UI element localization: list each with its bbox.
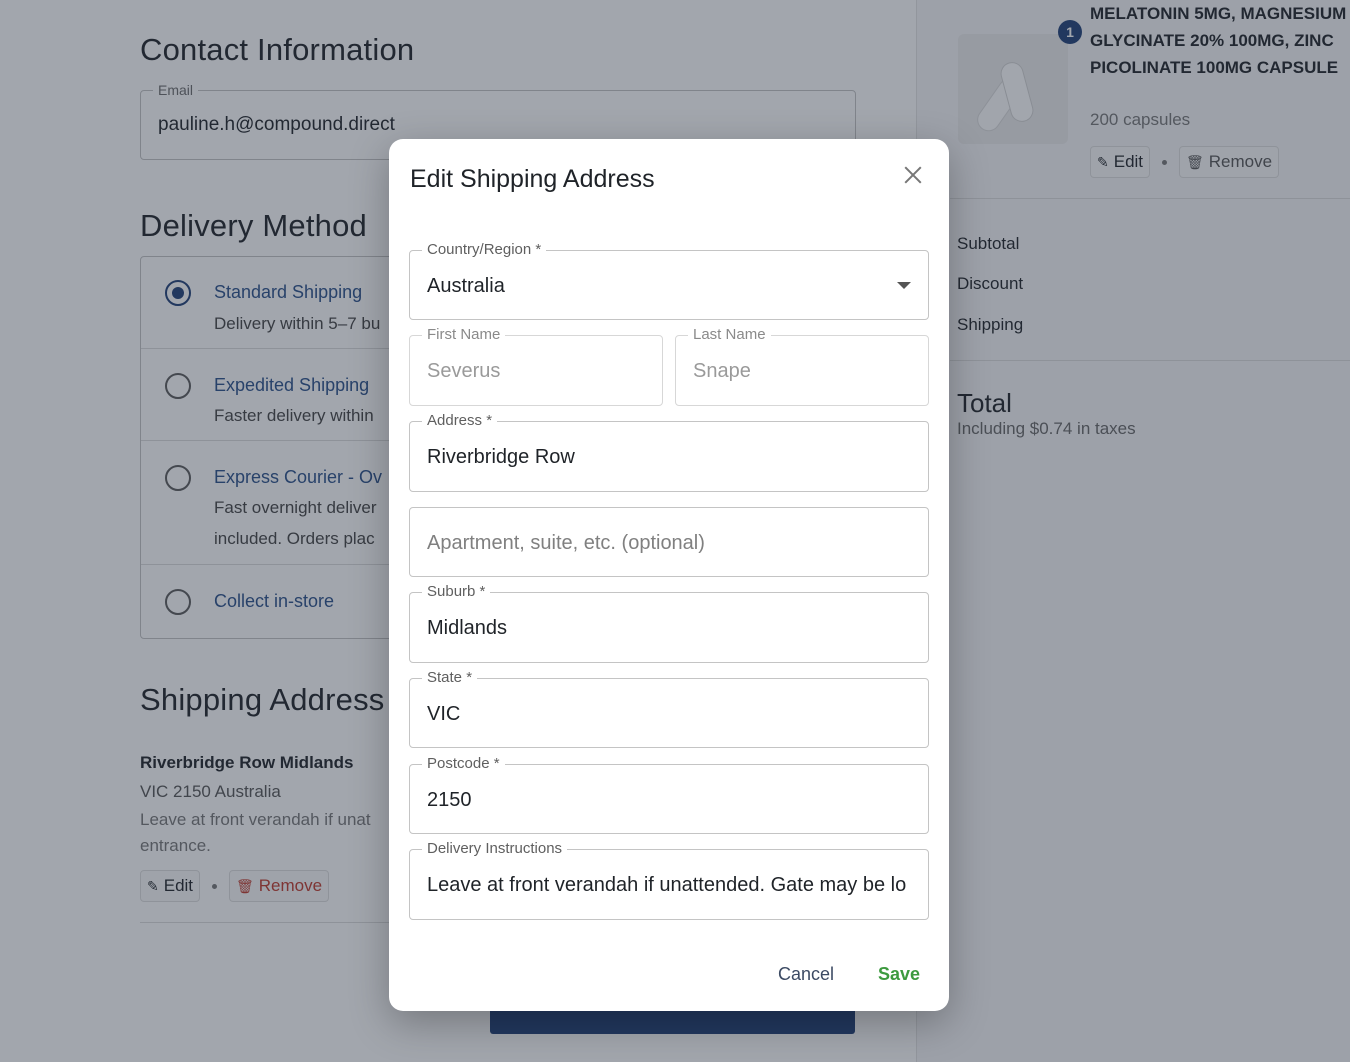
delivery-instructions-field[interactable]: Delivery Instructions Leave at front ver… — [409, 841, 929, 920]
last-name-value: Snape — [693, 360, 751, 382]
close-icon[interactable] — [899, 161, 927, 189]
state-label: State * — [422, 670, 478, 686]
apartment-field[interactable]: Apartment, suite, etc. (optional) — [409, 507, 929, 577]
edit-shipping-address-dialog: Edit Shipping Address Country/Region * A… — [389, 139, 949, 1011]
cancel-button[interactable]: Cancel — [778, 964, 834, 985]
state-value: VIC — [427, 703, 461, 725]
first-name-label: First Name — [422, 327, 506, 343]
suburb-label: Suburb * — [422, 584, 491, 600]
address-label: Address * — [422, 413, 498, 429]
first-name-value: Severus — [427, 360, 501, 382]
state-field[interactable]: State * VIC — [409, 670, 929, 748]
postcode-label: Postcode * — [422, 756, 505, 772]
dialog-title: Edit Shipping Address — [410, 165, 655, 193]
instructions-label: Delivery Instructions — [422, 841, 568, 857]
last-name-label: Last Name — [688, 327, 771, 343]
address-value: Riverbridge Row — [427, 446, 575, 468]
postcode-value: 2150 — [427, 789, 472, 811]
country-value: Australia — [427, 275, 505, 297]
dropdown-caret-icon — [897, 282, 911, 289]
address-field[interactable]: Address * Riverbridge Row — [409, 413, 929, 492]
postcode-field[interactable]: Postcode * 2150 — [409, 756, 929, 834]
save-button[interactable]: Save — [878, 964, 920, 985]
country-label: Country/Region * — [422, 242, 547, 258]
suburb-field[interactable]: Suburb * Midlands — [409, 584, 929, 663]
suburb-value: Midlands — [427, 617, 508, 639]
instructions-value: Leave at front verandah if unattended. G… — [427, 874, 907, 896]
first-name-field[interactable]: First Name Severus — [409, 327, 663, 406]
apartment-placeholder: Apartment, suite, etc. (optional) — [427, 532, 705, 554]
last-name-field[interactable]: Last Name Snape — [675, 327, 929, 406]
country-select[interactable]: Country/Region * Australia — [409, 242, 929, 320]
